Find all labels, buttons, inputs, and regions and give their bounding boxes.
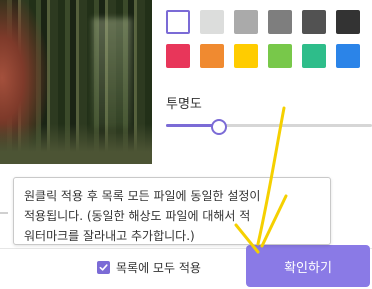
color-swatch[interactable]: [234, 44, 258, 68]
opacity-label: 투명도: [166, 97, 202, 112]
opacity-slider[interactable]: [166, 118, 372, 135]
background-light: [92, 18, 132, 128]
apply-all-label: 목록에 모두 적용: [116, 261, 201, 275]
color-swatch[interactable]: [268, 44, 292, 68]
apply-all-checkbox-row[interactable]: 목록에 모두 적용: [97, 259, 201, 276]
color-swatch[interactable]: [336, 10, 360, 34]
background-ground: [0, 124, 152, 164]
color-swatch[interactable]: [302, 44, 326, 68]
confirm-button[interactable]: 확인하기: [246, 245, 370, 287]
video-preview-image: [0, 0, 152, 164]
tooltip-line: 원클릭 적용 후 목록 모든 파일에 동일한 설정이: [24, 189, 261, 203]
color-swatch-grid: [166, 10, 360, 68]
divider-tick: [0, 212, 8, 214]
tooltip-line: 워터마크를 잘라내고 추가합니다.): [24, 229, 195, 243]
color-swatch[interactable]: [200, 44, 224, 68]
color-swatch[interactable]: [166, 44, 190, 68]
opacity-slider-fill: [166, 124, 218, 127]
apply-all-checkbox[interactable]: [97, 261, 110, 274]
apply-all-tooltip: 원클릭 적용 후 목록 모든 파일에 동일한 설정이 적용됩니다. (동일한 해…: [13, 177, 331, 245]
opacity-slider-thumb[interactable]: [210, 119, 227, 135]
color-swatch[interactable]: [200, 10, 224, 34]
color-swatch[interactable]: [336, 44, 360, 68]
color-swatch[interactable]: [268, 10, 292, 34]
color-swatch[interactable]: [302, 10, 326, 34]
color-swatch[interactable]: [234, 10, 258, 34]
tooltip-line: 적용됩니다. (동일한 해상도 파일에 대해서 적: [24, 209, 251, 223]
color-swatch[interactable]: [166, 10, 190, 34]
checkmark-icon: [99, 264, 108, 271]
